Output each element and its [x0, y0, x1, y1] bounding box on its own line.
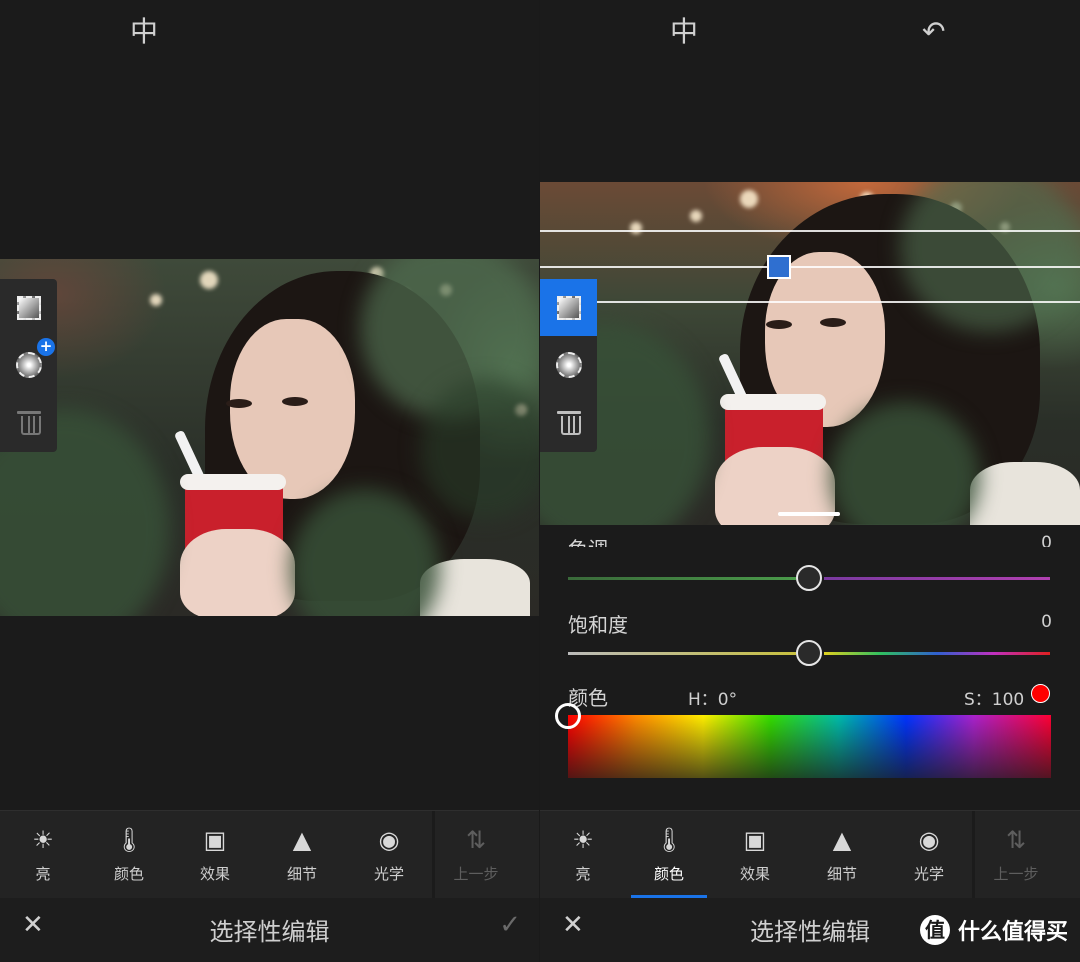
radial-gradient-icon — [15, 351, 42, 378]
mask-lower-line[interactable] — [540, 301, 1080, 303]
saturation-text: S：100 — [964, 690, 1025, 710]
tool-label: 光学 — [913, 865, 944, 883]
tool-optics[interactable]: ◉ 光学 — [886, 811, 972, 899]
hue-slider-knob[interactable] — [796, 565, 822, 591]
mask-center-line[interactable] — [540, 266, 1080, 268]
adjust-toolbar: ☀ 亮 🌡 颜色 ▣ 效果 ▲ 细节 ◉ 光学 ⇅ 上一步 — [540, 810, 1080, 899]
sliders-icon: ⇅ — [465, 826, 487, 854]
vignette-icon: ▣ — [743, 826, 767, 854]
radial-gradient-icon — [555, 351, 582, 378]
delete-mask-button[interactable] — [0, 393, 57, 450]
hue-value: 0 — [1041, 533, 1052, 547]
triangle-icon: ▲ — [832, 826, 852, 854]
hue-track-right[interactable] — [824, 577, 1050, 580]
saturation-slider-knob[interactable] — [796, 640, 822, 666]
tool-label: 效果 — [739, 865, 770, 883]
tool-label: 上一步 — [993, 865, 1039, 883]
watermark-logo: 值 — [919, 915, 950, 945]
tool-label: 细节 — [286, 865, 317, 883]
tool-effects[interactable]: ▣ 效果 — [172, 811, 258, 899]
sun-icon: ☀ — [32, 826, 54, 854]
tool-label: 细节 — [826, 865, 857, 883]
color-picker-handle[interactable] — [555, 703, 581, 729]
radial-mask-button[interactable]: + — [0, 336, 57, 393]
vignette-icon: ▣ — [203, 826, 227, 854]
left-screen: 中 + ☀ 亮 🌡 颜色 ▣ 效果 ▲ 细节 ◉ 光学 ⇅ 上一步 ✕ 选择性编… — [0, 0, 539, 962]
triangle-icon: ▲ — [292, 826, 312, 854]
mask-handle[interactable] — [767, 255, 791, 279]
saturation-value: 0 — [1041, 612, 1052, 632]
thermometer-icon: 🌡 — [113, 826, 145, 854]
lens-icon: ◉ — [918, 826, 940, 854]
tool-previous[interactable]: ⇅ 上一步 — [433, 811, 519, 899]
tool-label: 效果 — [199, 865, 230, 883]
radial-mask-button[interactable] — [540, 336, 597, 393]
trash-icon — [16, 410, 41, 435]
watermark-text: 什么值得买 — [957, 920, 1068, 945]
linear-gradient-icon — [16, 295, 41, 320]
hue-track-left[interactable] — [568, 577, 796, 580]
confirm-icon[interactable]: ✓ — [499, 910, 521, 940]
adjust-toolbar: ☀ 亮 🌡 颜色 ▣ 效果 ▲ 细节 ◉ 光学 ⇅ 上一步 — [0, 810, 539, 899]
tool-label: 颜色 — [113, 865, 144, 883]
tool-effects[interactable]: ▣ 效果 — [712, 811, 798, 899]
center-icon[interactable]: 中 — [130, 14, 158, 50]
tool-detail[interactable]: ▲ 细节 — [799, 811, 885, 899]
add-icon: + — [37, 338, 55, 356]
tool-color[interactable]: 🌡 颜色 — [86, 811, 172, 899]
center-icon[interactable]: 中 — [670, 14, 698, 50]
undo-icon[interactable]: ↶ — [922, 14, 945, 50]
sun-icon: ☀ — [572, 826, 594, 854]
photo-preview[interactable] — [0, 259, 539, 616]
tool-previous[interactable]: ⇅ 上一步 — [973, 811, 1059, 899]
color-picker-field[interactable] — [568, 715, 1051, 778]
hue-degree-text: H：0° — [688, 690, 738, 710]
saturation-label: 饱和度 — [568, 613, 628, 637]
saturation-track-right[interactable] — [824, 652, 1050, 655]
tool-label: 亮 — [35, 865, 51, 883]
linear-mask-button[interactable] — [540, 279, 597, 336]
tool-label: 光学 — [373, 865, 404, 883]
photo-preview[interactable] — [540, 182, 1080, 525]
tool-color[interactable]: 🌡 颜色 — [626, 811, 712, 899]
watermark: 值 什么值得买 — [919, 914, 1068, 946]
screen-title: 选择性编辑 — [209, 918, 330, 946]
tool-light[interactable]: ☀ 亮 — [540, 811, 626, 899]
sheet-drag-handle[interactable] — [778, 512, 840, 516]
trash-icon — [556, 410, 581, 435]
selected-color-swatch — [1031, 684, 1050, 703]
delete-mask-button[interactable] — [540, 393, 597, 450]
lens-icon: ◉ — [378, 826, 400, 854]
linear-mask-button[interactable] — [0, 279, 57, 336]
hue-label: 色调 — [568, 533, 608, 547]
right-screen: 中 ↶ 0 饱和度 0 颜色 H：0° S：100 ☀ 亮 🌡 颜色 ▣ 效果 … — [540, 0, 1080, 962]
sliders-icon: ⇅ — [1005, 826, 1027, 854]
bottom-bar: ✕ 选择性编辑 ✓ — [0, 898, 539, 962]
saturation-track-left[interactable] — [568, 652, 796, 655]
tool-label: 颜色 — [653, 865, 684, 883]
tool-detail[interactable]: ▲ 细节 — [259, 811, 345, 899]
tool-optics[interactable]: ◉ 光学 — [346, 811, 432, 899]
mask-upper-line[interactable] — [540, 230, 1080, 232]
tool-light[interactable]: ☀ 亮 — [0, 811, 86, 899]
linear-gradient-icon — [556, 295, 581, 320]
tool-label: 亮 — [575, 865, 591, 883]
mask-tool-panel: + — [0, 279, 57, 452]
mask-tool-panel — [540, 279, 597, 452]
thermometer-icon: 🌡 — [653, 826, 685, 854]
tool-label: 上一步 — [453, 865, 499, 883]
